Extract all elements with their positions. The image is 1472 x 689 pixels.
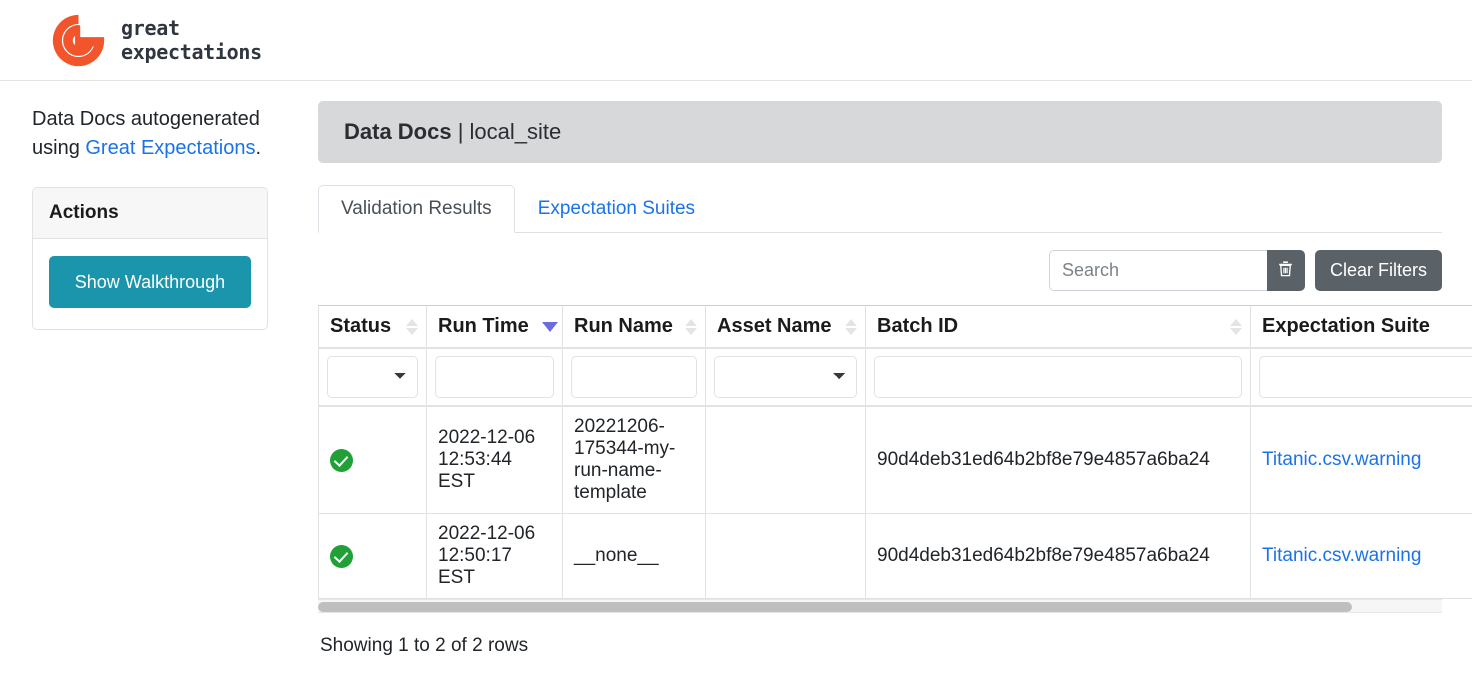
great-expectations-logo-icon	[50, 12, 107, 69]
filter-select-status[interactable]	[327, 356, 418, 398]
main-region: Data Docs | local_site Validation Result…	[288, 81, 1472, 657]
sidebar-intro-text: Data Docs autogenerated using Great Expe…	[32, 105, 268, 163]
tab-bar: Validation Results Expectation Suites	[318, 185, 1442, 233]
filter-input-expectation-suite[interactable]	[1259, 356, 1472, 398]
sort-icon-run-time-descending[interactable]	[542, 318, 558, 336]
brand-wordmark: great expectations	[121, 16, 262, 64]
cell-status	[318, 513, 426, 599]
column-label-expectation-suite: Expectation Suite	[1262, 315, 1430, 337]
cell-expectation-suite: Titanic.csv.warning	[1250, 513, 1472, 599]
cell-expectation-suite: Titanic.csv.warning	[1250, 406, 1472, 513]
cell-asset-name	[705, 406, 865, 513]
great-expectations-link[interactable]: Great Expectations	[85, 137, 255, 159]
banner-separator: |	[451, 119, 470, 144]
table-row[interactable]: 2022-12-06 12:53:44 EST 20221206-175344-…	[318, 406, 1472, 513]
check-circle-icon	[330, 448, 353, 472]
expectation-suite-link[interactable]: Titanic.csv.warning	[1262, 449, 1421, 470]
actions-panel-title: Actions	[33, 188, 267, 239]
column-label-run-time: Run Time	[438, 315, 529, 337]
filter-select-asset-name[interactable]	[714, 356, 857, 398]
table-header-row: Status Run Time Run Name Asset Name Batc…	[318, 305, 1472, 348]
cell-batch-id: 90d4deb31ed64b2bf8e79e4857a6ba24	[865, 513, 1250, 599]
rows-info-label: Showing 1 to 2 of 2 rows	[320, 635, 529, 656]
filter-cell-run-time	[426, 348, 562, 406]
column-header-status[interactable]: Status	[318, 305, 426, 348]
results-table-scroll-region: Status Run Time Run Name Asset Name Batc…	[318, 305, 1472, 599]
cell-run-name: __none__	[562, 513, 705, 599]
expectation-suite-link[interactable]: Titanic.csv.warning	[1262, 545, 1421, 566]
cell-status	[318, 406, 426, 513]
column-header-run-name[interactable]: Run Name	[562, 305, 705, 348]
table-row[interactable]: 2022-12-06 12:50:17 EST __none__ 90d4deb…	[318, 513, 1472, 599]
trash-icon	[1276, 259, 1295, 283]
filter-input-run-time[interactable]	[435, 356, 554, 398]
column-header-asset-name[interactable]: Asset Name	[705, 305, 865, 348]
filter-cell-run-name	[562, 348, 705, 406]
column-header-run-time[interactable]: Run Time	[426, 305, 562, 348]
cell-run-name: 20221206-175344-my-run-name-template	[562, 406, 705, 513]
sort-icon-asset-name[interactable]	[845, 318, 857, 336]
tab-expectation-suites[interactable]: Expectation Suites	[515, 185, 718, 233]
brand-line-2: expectations	[121, 40, 262, 64]
sort-icon-status[interactable]	[406, 318, 418, 336]
table-toolbar: Clear Filters	[318, 233, 1472, 305]
show-walkthrough-button[interactable]: Show Walkthrough	[49, 256, 251, 309]
scrollbar-thumb[interactable]	[318, 602, 1353, 612]
intro-suffix: .	[255, 137, 262, 159]
clear-filters-button[interactable]: Clear Filters	[1314, 250, 1442, 291]
sidebar: Data Docs autogenerated using Great Expe…	[0, 81, 288, 657]
column-header-expectation-suite[interactable]: Expectation Suite	[1250, 305, 1472, 348]
clear-search-button[interactable]	[1266, 250, 1305, 291]
search-group	[1048, 250, 1305, 291]
search-input[interactable]	[1048, 250, 1267, 291]
column-label-status: Status	[330, 315, 392, 337]
cell-batch-id: 90d4deb31ed64b2bf8e79e4857a6ba24	[865, 406, 1250, 513]
cell-run-time: 2022-12-06 12:53:44 EST	[426, 406, 562, 513]
filter-cell-expectation-suite	[1250, 348, 1472, 406]
banner-site-name: local_site	[469, 119, 562, 144]
column-label-run-name: Run Name	[574, 315, 673, 337]
filter-cell-asset-name	[705, 348, 865, 406]
filter-input-run-name[interactable]	[571, 356, 697, 398]
filter-cell-status	[318, 348, 426, 406]
brand[interactable]: great expectations	[50, 12, 262, 69]
filter-cell-batch-id	[865, 348, 1250, 406]
check-circle-icon	[330, 544, 353, 568]
cell-asset-name	[705, 513, 865, 599]
column-label-asset-name: Asset Name	[717, 315, 832, 337]
sort-icon-run-name[interactable]	[685, 318, 697, 336]
table-filter-row	[318, 348, 1472, 406]
column-label-batch-id: Batch ID	[877, 315, 959, 337]
filter-input-batch-id[interactable]	[874, 356, 1242, 398]
validation-results-table: Status Run Time Run Name Asset Name Batc…	[318, 305, 1472, 599]
page-banner: Data Docs | local_site	[318, 101, 1442, 163]
cell-run-time: 2022-12-06 12:50:17 EST	[426, 513, 562, 599]
brand-line-1: great	[121, 16, 180, 40]
tab-validation-results[interactable]: Validation Results	[318, 185, 515, 233]
app-header: great expectations	[0, 0, 1472, 81]
sort-icon-batch-id[interactable]	[1230, 318, 1242, 336]
banner-title: Data Docs	[344, 119, 452, 144]
column-header-batch-id[interactable]: Batch ID	[865, 305, 1250, 348]
actions-panel: Actions Show Walkthrough	[32, 187, 268, 331]
page-content: Data Docs autogenerated using Great Expe…	[0, 81, 1472, 657]
actions-panel-body: Show Walkthrough	[33, 239, 267, 329]
table-horizontal-scrollbar[interactable]	[318, 599, 1442, 613]
